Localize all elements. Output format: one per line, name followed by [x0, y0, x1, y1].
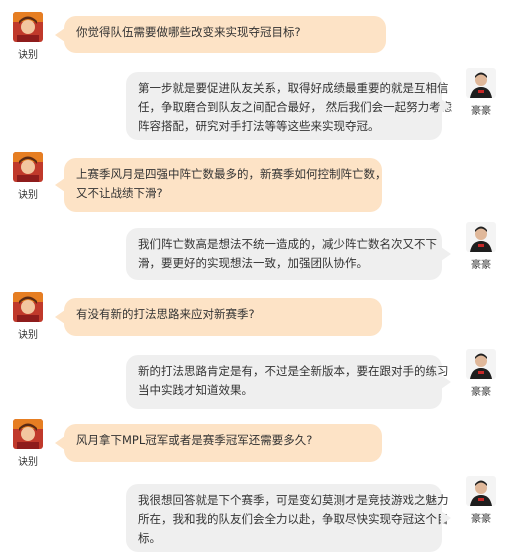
player-avatar: [466, 68, 496, 98]
message-line: 滑，要更好的实现想法一致，加强团队协作。: [138, 256, 368, 270]
answer-bubble: 第一步就是要促进队友关系，取得好成绩最重要的就是互相信 任，争取磨合到队友之间配…: [126, 72, 453, 140]
game-character-avatar-icon: [13, 12, 43, 42]
player-name: 豪豪: [471, 514, 491, 525]
player-photo-avatar-icon: [466, 68, 496, 98]
message-line: 有没有新的打法思路来应对新赛季?: [76, 307, 255, 321]
player-avatar: [466, 349, 496, 379]
message-line: 又不让战绩下滑?: [76, 186, 163, 200]
interviewer-name: 诀别: [18, 50, 38, 61]
interviewer-avatar: [13, 292, 43, 322]
message-line: 风月拿下MPL冠军或者是赛季冠军还需要多久?: [76, 433, 313, 447]
game-character-avatar-icon: [13, 419, 43, 449]
player-name: 豪豪: [471, 260, 491, 271]
message-line: 上赛季风月是四强中阵亡数最多的，新赛季如何控制阵亡数，: [76, 167, 387, 181]
chat-transcript: 诀别 你觉得队伍需要做哪些改变来实现夺冠目标? 第一步就是要促进队友关系，取得好…: [0, 0, 522, 560]
interviewer-name: 诀别: [18, 330, 38, 341]
answer-bubble: 新的打法思路肯定是有，不过是全新版本，要在跟对手的练习 当中实践才知道效果。: [126, 355, 451, 409]
message-line: 任，争取磨合到队友之间配合最好， 然后我们会一起努力考虑: [138, 100, 453, 114]
player-name: 豪豪: [471, 106, 491, 117]
message-line: 第一步就是要促进队友关系，取得好成绩最重要的就是互相信: [138, 81, 449, 95]
interviewer-avatar: [13, 152, 43, 182]
interviewer-avatar: [13, 419, 43, 449]
question-bubble: 风月拿下MPL冠军或者是赛季冠军还需要多久?: [55, 424, 382, 462]
interviewer-name: 诀别: [18, 457, 38, 468]
player-name: 豪豪: [471, 387, 491, 398]
message-line: 所在，我和我的队友们会全力以赴，争取尽快实现夺冠这个目: [138, 512, 449, 526]
message-line: 标。: [138, 531, 161, 545]
player-photo-avatar-icon: [466, 222, 496, 252]
message-line: 我很想回答就是下个赛季，可是变幻莫测才是竞技游戏之魅力: [138, 493, 449, 507]
player-photo-avatar-icon: [466, 476, 496, 506]
message-line: 你觉得队伍需要做哪些改变来实现夺冠目标?: [76, 25, 301, 39]
player-avatar: [466, 222, 496, 252]
message-line: 新的打法思路肯定是有，不过是全新版本，要在跟对手的练习: [138, 364, 449, 378]
answer-bubble: 我们阵亡数高是想法不统一造成的，减少阵亡数名次又不下 滑，要更好的实现想法一致，…: [126, 228, 451, 280]
player-photo-avatar-icon: [466, 349, 496, 379]
message-line: 阵容搭配，研究对手打法等等这些来实现夺冠。: [138, 119, 380, 133]
interviewer-avatar: [13, 12, 43, 42]
question-bubble: 你觉得队伍需要做哪些改变来实现夺冠目标?: [55, 16, 386, 53]
game-character-avatar-icon: [13, 292, 43, 322]
question-bubble: 有没有新的打法思路来应对新赛季?: [55, 298, 382, 336]
message-line: 当中实践才知道效果。: [138, 383, 253, 397]
question-bubble: 上赛季风月是四强中阵亡数最多的，新赛季如何控制阵亡数， 又不让战绩下滑?: [55, 158, 387, 212]
player-avatar: [466, 476, 496, 506]
game-character-avatar-icon: [13, 152, 43, 182]
interviewer-name: 诀别: [18, 190, 38, 201]
message-line: 我们阵亡数高是想法不统一造成的，减少阵亡数名次又不下: [138, 237, 437, 251]
answer-bubble: 我很想回答就是下个赛季，可是变幻莫测才是竞技游戏之魅力 所在，我和我的队友们会全…: [126, 484, 451, 552]
